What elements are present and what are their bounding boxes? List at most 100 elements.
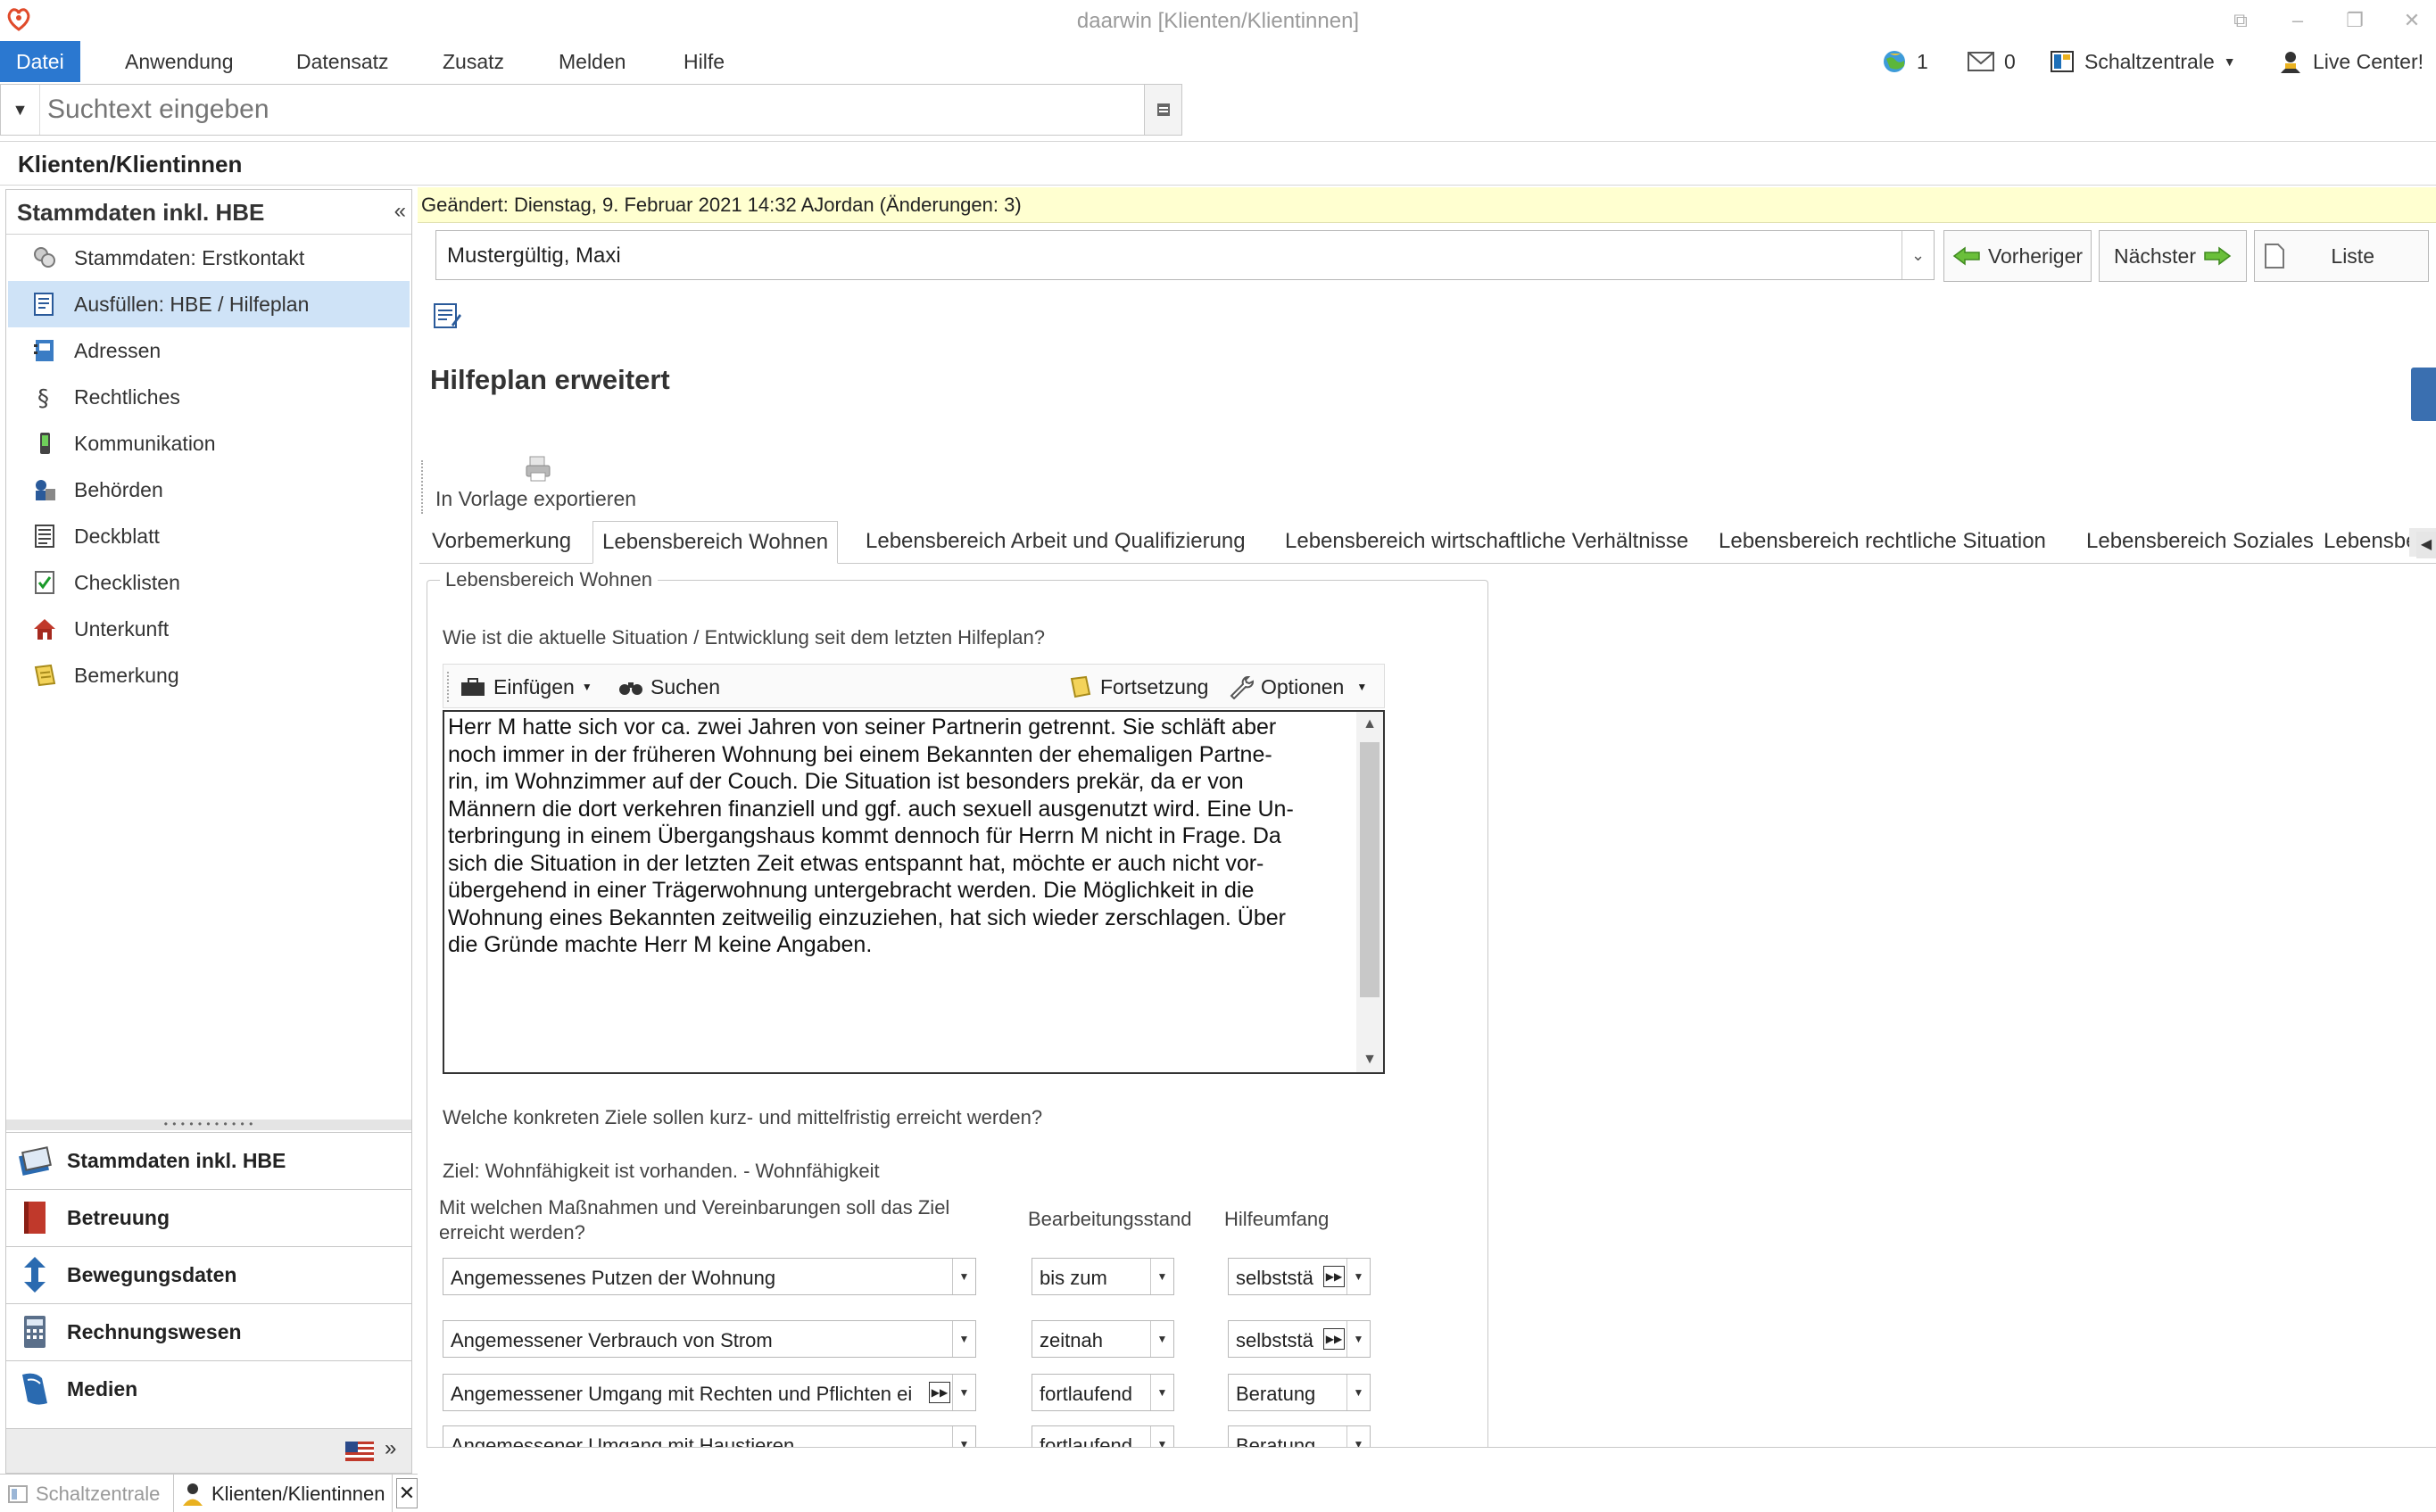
client-name: Mustergültig, Maxi (447, 244, 621, 268)
doc-tab-klienten[interactable]: Klienten/Klientinnen (173, 1475, 394, 1512)
chevron-down-icon[interactable]: ⌄ (1902, 231, 1934, 279)
schaltzentrale-icon (2051, 51, 2074, 72)
menu-hilfe[interactable]: Hilfe (667, 41, 741, 82)
sidebar: Stammdaten inkl. HBE « Stammdaten: Erstk… (5, 189, 412, 1474)
schaltzentrale-menu[interactable]: Schaltzentrale ▼ (2049, 48, 2236, 75)
module-rechnungswesen[interactable]: Rechnungswesen (6, 1303, 411, 1359)
chevron-down-icon[interactable]: ▼ (1150, 1375, 1173, 1410)
tab-wirtschaft[interactable]: Lebensbereich wirtschaftliche Verhältnis… (1276, 521, 1697, 564)
media-icon (15, 1369, 54, 1409)
chevron-down-icon[interactable]: ▼ (952, 1259, 975, 1294)
module-stammdaten[interactable]: Stammdaten inkl. HBE (6, 1132, 411, 1188)
close-doc-tab-icon[interactable]: ✕ (396, 1478, 418, 1508)
chevron-down-icon[interactable]: ▼ (1346, 1259, 1370, 1294)
status-combo[interactable]: bis zum ▼ (1032, 1258, 1174, 1295)
sidebar-item-rechtliches[interactable]: § Rechtliches (8, 374, 410, 420)
binoculars-icon (619, 682, 642, 695)
menu-anwendung[interactable]: Anwendung (109, 41, 250, 82)
sidebar-item-unterkunft[interactable]: Unterkunft (8, 606, 410, 652)
scroll-down-icon[interactable]: ▼ (1356, 1047, 1383, 1072)
scroll-up-icon[interactable]: ▲ (1356, 712, 1383, 737)
sidebar-item-kommunikation[interactable]: Kommunikation (8, 420, 410, 467)
doc-tab-schaltzentrale[interactable]: Schaltzentrale (0, 1475, 167, 1512)
export-template-button[interactable]: In Vorlage exportieren (421, 453, 662, 516)
chevron-down-icon[interactable]: ▼ (952, 1321, 975, 1357)
scope-combo[interactable]: Beratung ▼ (1228, 1374, 1371, 1411)
tab-rechtlich[interactable]: Lebensbereich rechtliche Situation (1710, 521, 2055, 564)
search-text-button[interactable]: Suchen (618, 673, 720, 700)
tab-arbeit[interactable]: Lebensbereich Arbeit und Qualifizierung (857, 521, 1255, 564)
toolbar-grip (447, 672, 449, 702)
sidebar-item-behoerden[interactable]: Behörden (8, 467, 410, 513)
tab-wohnen[interactable]: Lebensbereich Wohnen (592, 521, 839, 564)
measure-combo[interactable]: Angemessener Verbrauch von Strom ▼ (443, 1320, 976, 1358)
measure-combo[interactable]: Angemessenes Putzen der Wohnung ▼ (443, 1258, 976, 1295)
situation-text-editor[interactable]: Herr M hatte sich vor ca. zwei Jahren vo… (443, 710, 1385, 1074)
sidebar-item-hbe-hilfeplan[interactable]: Ausfüllen: HBE / Hilfeplan (8, 281, 410, 327)
module-betreuung[interactable]: Betreuung (6, 1189, 411, 1245)
tab-lebensbe-truncated[interactable]: Lebensbe (2315, 521, 2413, 564)
module-medien[interactable]: Medien (6, 1360, 411, 1417)
sidebar-item-erstkontakt[interactable]: Stammdaten: Erstkontakt (8, 235, 410, 281)
restore-pane-icon[interactable]: ⧉ (2227, 7, 2254, 34)
tab-vorbemerkung[interactable]: Vorbemerkung (423, 521, 580, 564)
maximize-button[interactable]: ❐ (2341, 7, 2368, 34)
chevron-down-icon[interactable]: ▼ (1150, 1259, 1173, 1294)
minimize-button[interactable]: – (2284, 7, 2311, 34)
previous-button[interactable]: Vorheriger (1943, 230, 2092, 282)
fast-forward-icon[interactable]: ▶▶ (1323, 1328, 1345, 1350)
search-text-label: Suchen (650, 674, 721, 698)
search-button[interactable] (1144, 85, 1181, 135)
list-button[interactable]: Liste (2254, 230, 2429, 282)
status-combo[interactable]: zeitnah ▼ (1032, 1320, 1174, 1358)
client-selector[interactable]: Mustergültig, Maxi ⌄ (435, 230, 1935, 280)
editor-scrollbar[interactable]: ▲ ▼ (1356, 712, 1383, 1072)
mail-counter[interactable]: 0 (1967, 48, 2016, 75)
options-button[interactable]: Optionen ▼ (1229, 673, 1367, 700)
next-button[interactable]: Nächster (2099, 230, 2247, 282)
globe-count: 1 (1917, 49, 1928, 73)
sidebar-item-checklisten[interactable]: Checklisten (8, 559, 410, 606)
collapse-sidebar-icon[interactable]: « (394, 199, 406, 224)
search-input[interactable] (47, 92, 1136, 128)
sidebar-splitter-handle[interactable]: • • • • • • • • • • • (6, 1119, 411, 1130)
scope-value: selbststä (1236, 1329, 1313, 1351)
doc-tab-label: Klienten/Klientinnen (211, 1482, 385, 1505)
status-combo[interactable]: fortlaufend ▼ (1032, 1374, 1174, 1411)
scope-combo[interactable]: selbststä ▶▶ ▼ (1228, 1320, 1371, 1358)
right-panel-handle[interactable] (2411, 368, 2436, 421)
change-info-bar: Geändert: Dienstag, 9. Februar 2021 14:3… (418, 187, 2436, 223)
chevron-down-icon[interactable]: ▼ (1346, 1321, 1370, 1357)
menu-datei[interactable]: Datei (0, 41, 80, 82)
sidebar-item-adressen[interactable]: Adressen (8, 327, 410, 374)
toolbar-grip (421, 460, 425, 514)
scope-combo[interactable]: selbststä ▶▶ ▼ (1228, 1258, 1371, 1295)
insert-button[interactable]: Einfügen ▼ (460, 673, 592, 700)
globe-counter[interactable]: 1 (1881, 48, 1928, 75)
module-label: Medien (67, 1376, 138, 1400)
scrollbar-thumb[interactable] (1360, 742, 1380, 997)
sidebar-item-deckblatt[interactable]: Deckblatt (8, 513, 410, 559)
measure-combo[interactable]: Angemessener Umgang mit Rechten und Pfli… (443, 1374, 976, 1411)
more-modules-icon[interactable]: » (385, 1436, 396, 1461)
close-button[interactable]: ✕ (2399, 7, 2425, 34)
us-flag-icon[interactable] (345, 1442, 374, 1461)
module-bewegungsdaten[interactable]: Bewegungsdaten (6, 1246, 411, 1302)
fast-forward-icon[interactable]: ▶▶ (929, 1382, 950, 1403)
continuation-button[interactable]: Fortsetzung (1068, 673, 1208, 700)
chevron-down-icon[interactable]: ▼ (1150, 1321, 1173, 1357)
form-edit-icon (434, 303, 461, 328)
search-scope-dropdown[interactable]: ▼ (1, 85, 40, 135)
chevron-left-icon[interactable]: ◀ (2416, 532, 2436, 558)
tab-soziales[interactable]: Lebensbereich Soziales (2077, 521, 2323, 564)
sidebar-item-bemerkung[interactable]: Bemerkung (8, 652, 410, 698)
chevron-down-icon[interactable]: ▼ (952, 1375, 975, 1410)
live-center-button[interactable]: Live Center! (2277, 48, 2424, 75)
menu-zusatz[interactable]: Zusatz (427, 41, 520, 82)
svg-text:§: § (37, 385, 49, 410)
chevron-down-icon[interactable]: ▼ (1346, 1375, 1370, 1410)
menu-melden[interactable]: Melden (543, 41, 642, 82)
menu-datensatz[interactable]: Datensatz (280, 41, 405, 82)
fast-forward-icon[interactable]: ▶▶ (1323, 1266, 1345, 1287)
situation-text[interactable]: Herr M hatte sich vor ca. zwei Jahren vo… (444, 712, 1346, 961)
